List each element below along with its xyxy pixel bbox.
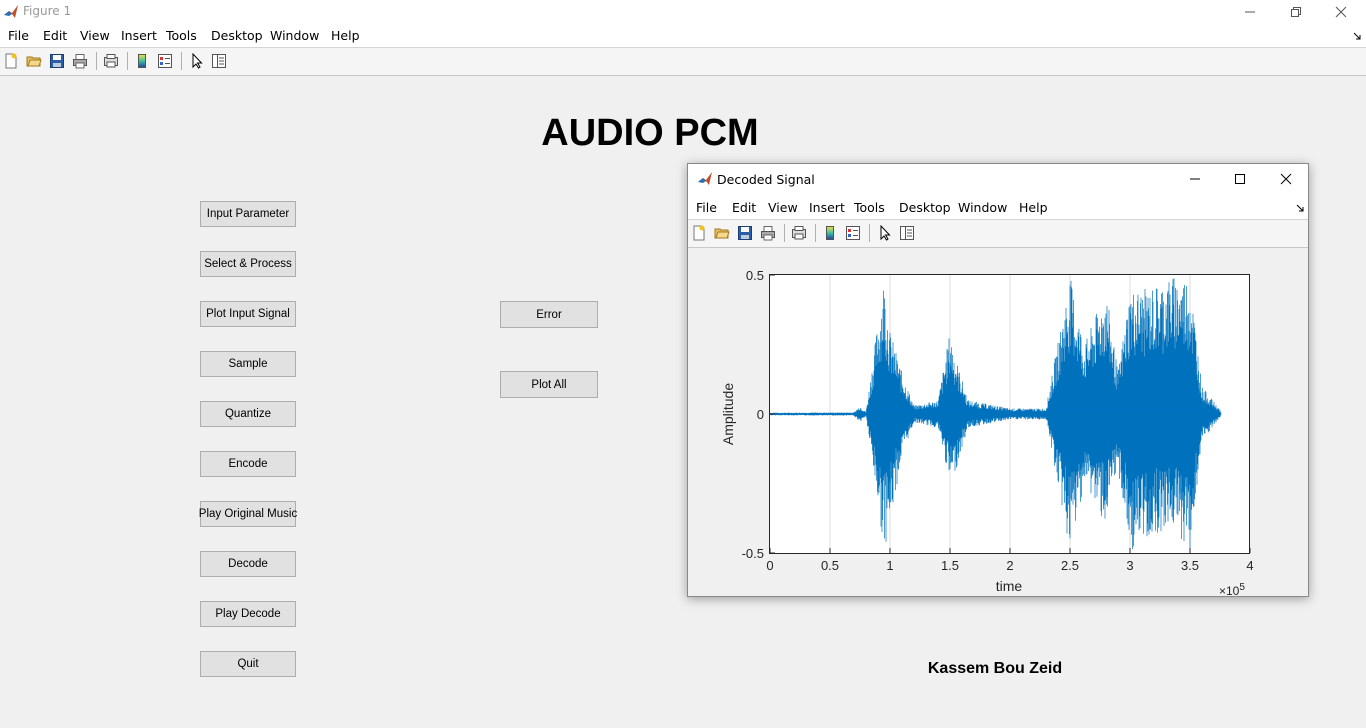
pointer-icon[interactable] xyxy=(877,225,893,241)
y-tick-label: -0.5 xyxy=(742,546,764,561)
x-axis-label: time xyxy=(996,578,1023,594)
sample-button[interactable]: Sample xyxy=(200,351,296,377)
colorbar-icon[interactable] xyxy=(134,53,150,69)
child-minimize-button[interactable] xyxy=(1172,164,1218,193)
decoded-signal-window[interactable]: Decoded Signal File Edit View Insert Too… xyxy=(687,163,1309,597)
minimize-icon xyxy=(1245,11,1255,13)
x-exponent-base: ×10 xyxy=(1219,584,1240,596)
main-title-bar: Figure 1 xyxy=(0,0,1366,24)
encode-button[interactable]: Encode xyxy=(200,451,296,477)
x-tick-label: 3 xyxy=(1126,558,1133,573)
menu-bar: File Edit View Insert Tools Desktop Wind… xyxy=(0,24,1366,47)
save-icon[interactable] xyxy=(49,53,65,69)
close-icon xyxy=(1280,173,1292,184)
x-tick-label: 3.5 xyxy=(1181,558,1199,573)
x-tick-label: 1.5 xyxy=(941,558,959,573)
menu-help[interactable]: Help xyxy=(1019,200,1048,215)
menu-tools[interactable]: Tools xyxy=(854,200,885,215)
child-window-title: Decoded Signal xyxy=(717,172,815,187)
child-maximize-button[interactable] xyxy=(1217,164,1263,193)
print-icon[interactable] xyxy=(760,225,776,241)
link-print-icon[interactable] xyxy=(103,53,119,69)
menu-view[interactable]: View xyxy=(768,200,798,215)
link-print-icon[interactable] xyxy=(791,225,807,241)
menu-file[interactable]: File xyxy=(696,200,717,215)
open-folder-icon[interactable] xyxy=(714,225,730,241)
menu-insert[interactable]: Insert xyxy=(121,28,157,43)
x-tick-label: 2 xyxy=(1006,558,1013,573)
window-title: Figure 1 xyxy=(23,4,72,18)
toolbar-separator xyxy=(815,224,816,242)
minimize-button[interactable] xyxy=(1227,0,1273,24)
menu-file[interactable]: File xyxy=(8,28,29,43)
x-tick-label: 0 xyxy=(766,558,773,573)
dock-arrow-icon[interactable] xyxy=(1353,32,1361,40)
new-file-icon[interactable] xyxy=(3,53,19,69)
legend-icon[interactable] xyxy=(157,53,173,69)
pointer-icon[interactable] xyxy=(189,53,205,69)
y-tick-label: 0 xyxy=(757,407,764,422)
dock-arrow-icon[interactable] xyxy=(1296,204,1304,212)
child-title-bar: Decoded Signal xyxy=(688,164,1308,193)
restore-icon xyxy=(1291,7,1301,17)
menu-tools[interactable]: Tools xyxy=(166,28,197,43)
toolbar-separator xyxy=(181,52,182,70)
decoded-signal-plot[interactable]: 0 0.5 1 1.5 2 2.5 3 3.5 4-0.500.5 time Amplitude… xyxy=(688,247,1308,596)
toolbar-separator xyxy=(127,52,128,70)
print-icon[interactable] xyxy=(72,53,88,69)
property-inspector-icon[interactable] xyxy=(211,53,227,69)
restore-button[interactable] xyxy=(1273,0,1319,24)
menu-view[interactable]: View xyxy=(80,28,110,43)
child-toolbar xyxy=(688,219,1308,248)
plot-input-signal-button[interactable]: Plot Input Signal xyxy=(200,301,296,327)
property-inspector-icon[interactable] xyxy=(899,225,915,241)
toolbar-separator xyxy=(869,224,870,242)
x-exponent-label: ×105 xyxy=(1219,582,1245,596)
colorbar-icon[interactable] xyxy=(822,225,838,241)
maximize-icon xyxy=(1235,173,1245,184)
menu-window[interactable]: Window xyxy=(270,28,319,43)
x-tick-label: 2.5 xyxy=(1061,558,1079,573)
quantize-button[interactable]: Quantize xyxy=(200,401,296,427)
close-button[interactable] xyxy=(1318,0,1364,24)
x-tick-label: 4 xyxy=(1246,558,1253,573)
select-process-button[interactable]: Select & Process xyxy=(200,251,296,277)
play-original-music-button[interactable]: Play Original Music xyxy=(199,501,297,527)
decode-button[interactable]: Decode xyxy=(200,551,296,577)
child-menu-bar: File Edit View Insert Tools Desktop Wind… xyxy=(688,193,1308,219)
matlab-icon xyxy=(3,4,19,20)
menu-help[interactable]: Help xyxy=(331,28,360,43)
x-tick-label: 1 xyxy=(886,558,893,573)
quit-button[interactable]: Quit xyxy=(200,651,296,677)
menu-desktop[interactable]: Desktop xyxy=(899,200,951,215)
legend-icon[interactable] xyxy=(845,225,861,241)
toolbar-separator xyxy=(784,224,785,242)
menu-edit[interactable]: Edit xyxy=(43,28,67,43)
toolbar xyxy=(0,47,1366,76)
child-close-button[interactable] xyxy=(1263,164,1309,193)
close-icon xyxy=(1335,6,1347,18)
menu-window[interactable]: Window xyxy=(958,200,1007,215)
y-tick-label: 0.5 xyxy=(746,268,764,283)
save-icon[interactable] xyxy=(737,225,753,241)
page-title: AUDIO PCM xyxy=(541,112,759,154)
open-folder-icon[interactable] xyxy=(26,53,42,69)
toolbar-separator xyxy=(96,52,97,70)
new-file-icon[interactable] xyxy=(691,225,707,241)
menu-edit[interactable]: Edit xyxy=(732,200,756,215)
menu-desktop[interactable]: Desktop xyxy=(211,28,263,43)
author-label: Kassem Bou Zeid xyxy=(927,660,1063,677)
matlab-icon xyxy=(698,172,712,185)
y-axis-label: Amplitude xyxy=(720,383,736,445)
plot-all-button[interactable]: Plot All xyxy=(500,371,598,398)
minimize-icon xyxy=(1190,178,1200,179)
menu-insert[interactable]: Insert xyxy=(809,200,845,215)
x-exponent-power: 5 xyxy=(1239,582,1245,593)
error-button[interactable]: Error xyxy=(500,301,598,328)
x-tick-label: 0.5 xyxy=(821,558,839,573)
play-decode-button[interactable]: Play Decode xyxy=(200,601,296,627)
input-parameter-button[interactable]: Input Parameter xyxy=(200,201,296,227)
